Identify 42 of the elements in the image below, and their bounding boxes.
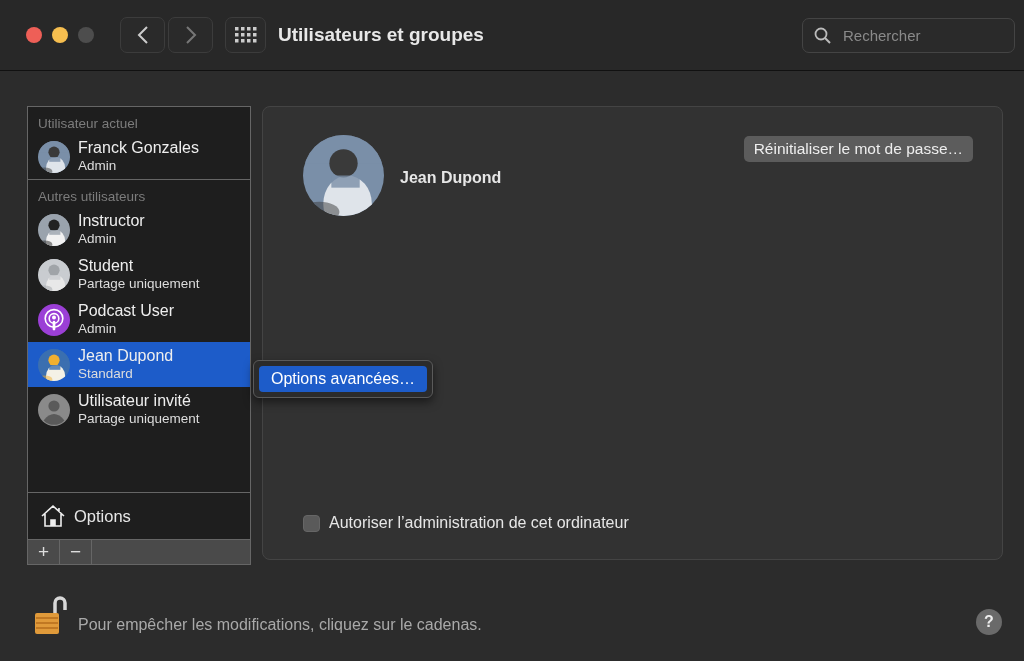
close-button[interactable]	[26, 27, 42, 43]
checkbox[interactable]	[303, 514, 320, 532]
section-header: Autres utilisateurs	[37, 188, 147, 206]
user-name: Franck Gonzales	[78, 139, 199, 157]
chevron-right-icon	[184, 25, 197, 45]
user-role: Admin	[78, 157, 118, 174]
user-role: Standard	[78, 365, 134, 382]
help-button[interactable]: ?	[976, 609, 1002, 635]
checkbox-label: Autoriser l’administration de cet ordinateur	[329, 514, 629, 532]
minimize-button[interactable]	[52, 27, 68, 43]
user-item[interactable]: Franck Gonzales Admin	[28, 134, 250, 179]
user-role: Admin	[78, 320, 118, 337]
user-name: Podcast User	[78, 302, 175, 320]
user-item[interactable]: Podcast User Admin	[28, 297, 250, 342]
podcast-icon	[38, 303, 70, 336]
section-header: Utilisateur actuel	[37, 115, 139, 133]
search-field[interactable]: Rechercher	[802, 17, 1015, 53]
reset-password-button[interactable]: Réinitialiser le mot de passe…	[743, 136, 973, 162]
open-padlock-icon[interactable]	[33, 595, 67, 635]
user-name: Utilisateur invité	[78, 392, 192, 410]
options-item[interactable]: Options	[27, 493, 251, 540]
lock-hint: Pour empêcher les modifications, cliquez sur le cadenas.	[78, 616, 482, 634]
user-item[interactable]: Instructor Admin	[28, 207, 250, 252]
chevron-left-icon	[136, 25, 149, 45]
back-button[interactable]	[120, 17, 165, 53]
house-icon	[40, 504, 66, 528]
grid-icon	[234, 27, 257, 43]
search-icon	[814, 26, 831, 44]
grid-button[interactable]	[225, 17, 266, 53]
menu-item[interactable]: Options avancées…	[259, 366, 428, 392]
user-role: Partage uniquement	[78, 410, 200, 427]
user-name: Instructor	[78, 212, 145, 230]
user-name: Jean Dupond	[400, 169, 502, 187]
user-item[interactable]: Student Partage uniquement	[28, 252, 250, 297]
person-icon	[38, 393, 70, 426]
user-name: Student	[78, 257, 135, 275]
user-role: Partage uniquement	[78, 275, 200, 292]
user-role: Admin	[78, 230, 118, 247]
user-item[interactable]: Utilisateur invité Partage uniquement	[28, 387, 250, 432]
window-title: Utilisateurs et groupes	[278, 24, 484, 46]
user-name: Jean Dupond	[78, 347, 174, 365]
user-item[interactable]: Jean Dupond Standard	[28, 342, 250, 387]
